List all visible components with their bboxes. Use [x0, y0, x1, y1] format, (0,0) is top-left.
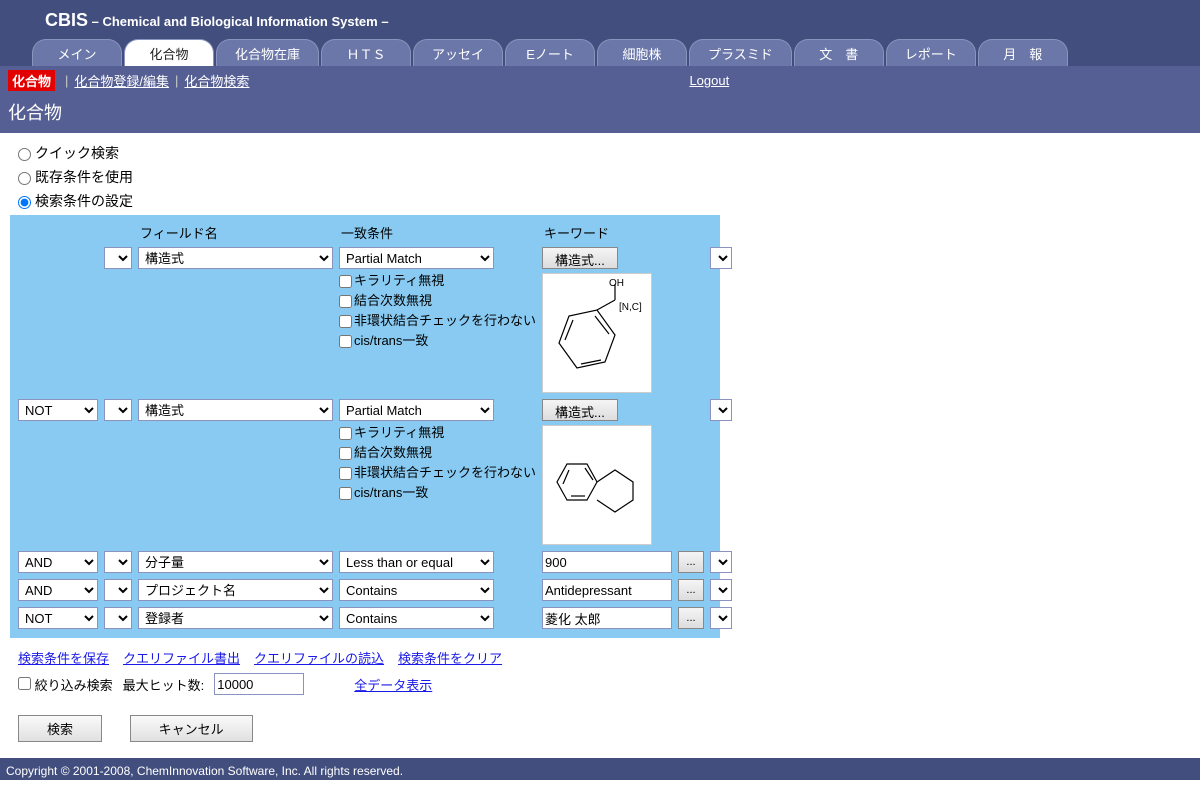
footer: Copyright © 2001-2008, ChemInnovation So… — [0, 762, 1200, 780]
paren-select-0[interactable] — [104, 247, 132, 269]
match-checkbox-0-3[interactable]: cis/trans一致 — [339, 330, 536, 349]
structure-preview-0: OH [N,C] — [542, 273, 652, 393]
header-match: 一致条件 — [337, 223, 538, 242]
match-checkbox-1-0[interactable]: キラリティ無視 — [339, 422, 536, 441]
field-select-4[interactable]: 登録者 — [138, 607, 333, 629]
match-checkbox-0-0[interactable]: キラリティ無視 — [339, 270, 536, 289]
match-checkbox-1-3[interactable]: cis/trans一致 — [339, 482, 536, 501]
paren-select-3[interactable] — [104, 579, 132, 601]
tab-7[interactable]: プラスミド — [689, 39, 792, 66]
structure-button-0[interactable]: 構造式... — [542, 247, 618, 269]
logic-select-4[interactable]: NOT — [18, 607, 98, 629]
tab-0[interactable]: メイン — [32, 39, 122, 66]
logic-select-3[interactable]: AND — [18, 579, 98, 601]
all-data-link[interactable]: 全データ表示 — [354, 675, 432, 694]
browse-button-4[interactable]: ... — [678, 607, 704, 629]
tab-2[interactable]: 化合物在庫 — [216, 39, 319, 66]
keyword-input-3[interactable] — [542, 579, 672, 601]
maxhit-input[interactable] — [214, 673, 304, 695]
match-select-2[interactable]: Less than or equal — [339, 551, 494, 573]
add-row-select-4[interactable] — [710, 607, 732, 629]
query-link-1[interactable]: クエリファイル書出 — [123, 651, 240, 666]
tab-1[interactable]: 化合物 — [124, 39, 214, 66]
structure-button-1[interactable]: 構造式... — [542, 399, 618, 421]
keyword-input-2[interactable] — [542, 551, 672, 573]
add-row-select-3[interactable] — [710, 579, 732, 601]
query-link-0[interactable]: 検索条件を保存 — [18, 651, 109, 666]
logic-select-2[interactable]: AND — [18, 551, 98, 573]
tab-9[interactable]: レポート — [886, 39, 976, 66]
match-select-3[interactable]: Contains — [339, 579, 494, 601]
paren-select-4[interactable] — [104, 607, 132, 629]
tab-10[interactable]: 月 報 — [978, 39, 1068, 66]
subnav-link-register[interactable]: 化合物登録/編集 — [74, 71, 169, 90]
match-checkbox-1-2[interactable]: 非環状結合チェックを行わない — [339, 462, 536, 481]
match-select-0[interactable]: Partial Match — [339, 247, 494, 269]
header-keyword: キーワード — [540, 223, 674, 242]
match-select-4[interactable]: Contains — [339, 607, 494, 629]
match-checkbox-1-1[interactable]: 結合次数無視 — [339, 442, 536, 461]
logout-link[interactable]: Logout — [689, 73, 729, 88]
logic-select-1[interactable]: NOT — [18, 399, 98, 421]
tab-5[interactable]: Eノート — [505, 39, 595, 66]
narrow-search-checkbox[interactable]: 絞り込み検索 — [18, 675, 113, 694]
match-select-1[interactable]: Partial Match — [339, 399, 494, 421]
add-row-select-2[interactable] — [710, 551, 732, 573]
query-link-2[interactable]: クエリファイルの読込 — [254, 651, 384, 666]
browse-button-3[interactable]: ... — [678, 579, 704, 601]
svg-text:OH: OH — [609, 278, 624, 289]
field-select-3[interactable]: プロジェクト名 — [138, 579, 333, 601]
field-select-0[interactable]: 構造式 — [138, 247, 333, 269]
keyword-input-4[interactable] — [542, 607, 672, 629]
tab-bar: メイン化合物化合物在庫ＨＴＳアッセイEノート細胞株プラスミド文 書レポート月 報 — [0, 39, 1200, 66]
tab-8[interactable]: 文 書 — [794, 39, 884, 66]
match-checkbox-0-2[interactable]: 非環状結合チェックを行わない — [339, 310, 536, 329]
subnav-current[interactable]: 化合物 — [8, 70, 55, 91]
add-row-select-0[interactable] — [710, 247, 732, 269]
search-mode-option-0[interactable]: クイック検索 — [18, 143, 1182, 163]
match-checkbox-0-1[interactable]: 結合次数無視 — [339, 290, 536, 309]
query-links: 検索条件を保存クエリファイル書出クエリファイルの読込検索条件をクリア — [18, 648, 1186, 667]
search-mode-option-2[interactable]: 検索条件の設定 — [18, 191, 1182, 211]
maxhit-label: 最大ヒット数: — [123, 675, 205, 694]
tab-6[interactable]: 細胞株 — [597, 39, 687, 66]
paren-select-1[interactable] — [104, 399, 132, 421]
browse-button-2[interactable]: ... — [678, 551, 704, 573]
app-title: CBIS – Chemical and Biological Informati… — [0, 6, 1200, 39]
sub-nav: 化合物 | 化合物登録/編集 | 化合物検索 Logout — [0, 66, 1200, 95]
search-conditions-panel: フィールド名 一致条件 キーワード 構造式Partial Matchキラリティ無… — [10, 215, 720, 638]
tab-3[interactable]: ＨＴＳ — [321, 39, 411, 66]
structure-preview-1 — [542, 425, 652, 545]
subnav-link-search[interactable]: 化合物検索 — [184, 71, 249, 90]
search-mode-option-1[interactable]: 既存条件を使用 — [18, 167, 1182, 187]
header-field: フィールド名 — [136, 223, 335, 242]
cancel-button[interactable]: キャンセル — [130, 715, 253, 742]
query-link-3[interactable]: 検索条件をクリア — [398, 651, 502, 666]
page-title: 化合物 — [0, 95, 1200, 133]
paren-select-2[interactable] — [104, 551, 132, 573]
add-row-select-1[interactable] — [710, 399, 732, 421]
svg-text:[N,C]: [N,C] — [619, 302, 642, 313]
field-select-2[interactable]: 分子量 — [138, 551, 333, 573]
field-select-1[interactable]: 構造式 — [138, 399, 333, 421]
search-button[interactable]: 検索 — [18, 715, 102, 742]
tab-4[interactable]: アッセイ — [413, 39, 503, 66]
